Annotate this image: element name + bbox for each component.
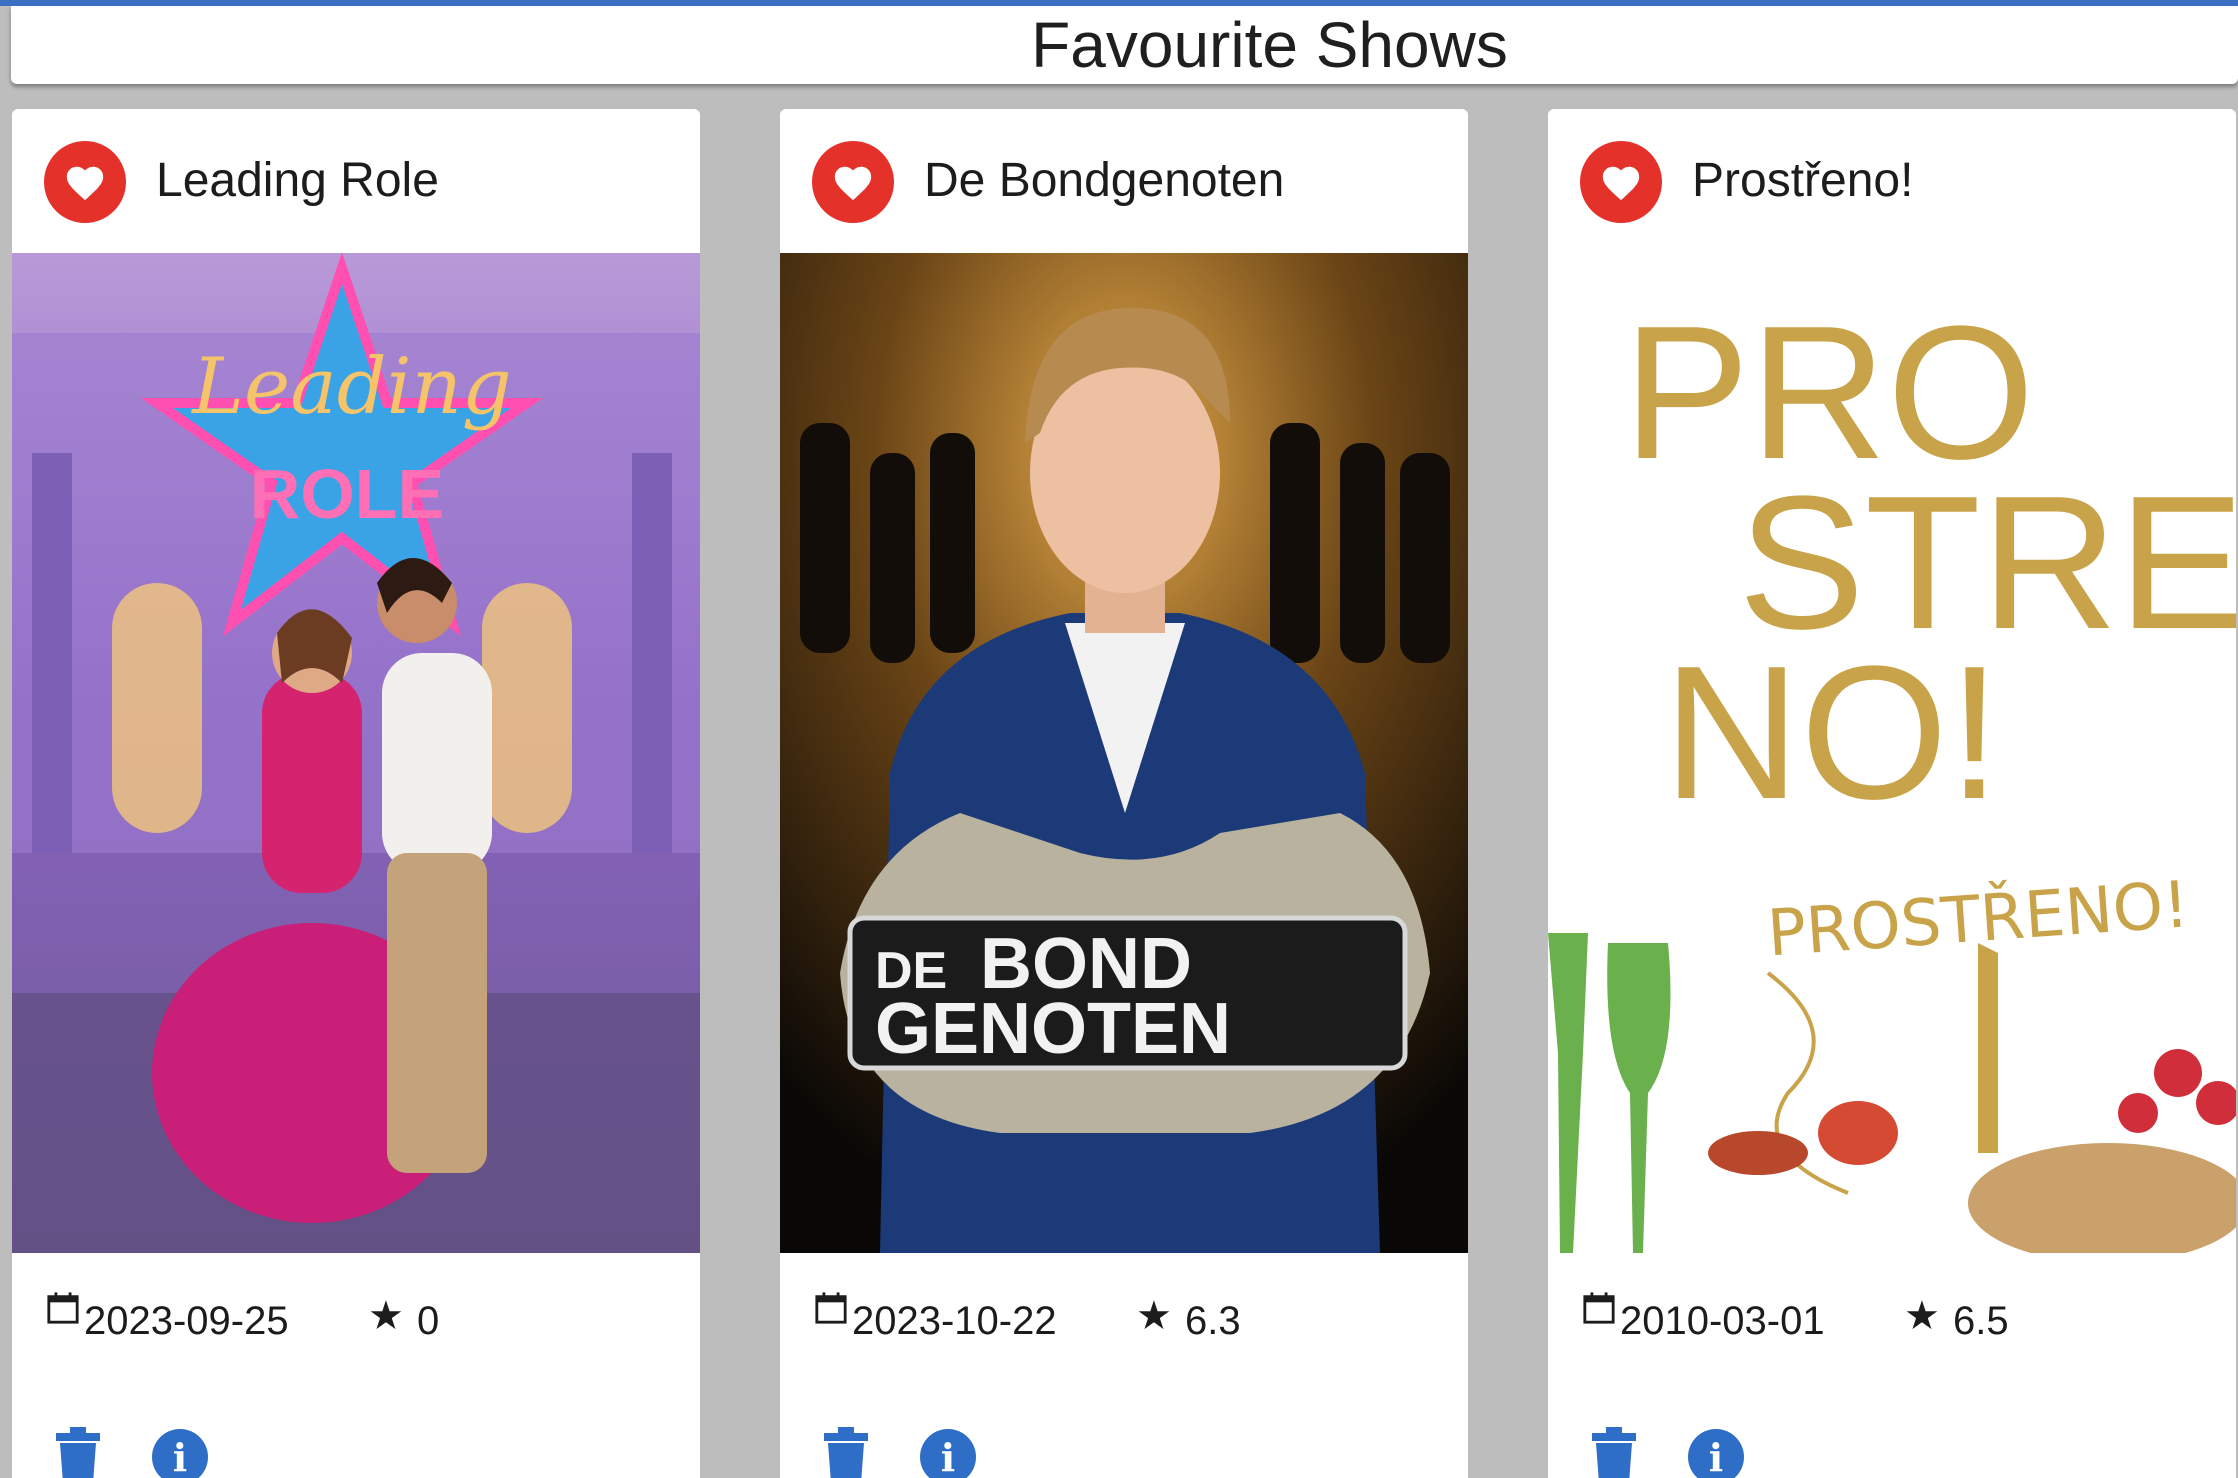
calendar-icon (47, 1292, 79, 1324)
calendar-icon (815, 1292, 847, 1324)
info-icon[interactable]: i (920, 1429, 976, 1478)
show-meta: 2023-10-22 ★ 6.3 (814, 1289, 1454, 1349)
favourite-button[interactable] (812, 141, 894, 223)
favourite-button[interactable] (1580, 141, 1662, 223)
card-actions: i (56, 1419, 356, 1478)
trash-icon[interactable] (824, 1427, 868, 1478)
card-actions: i (824, 1419, 1124, 1478)
rating-value: 6.3 (1185, 1299, 1241, 1343)
show-title[interactable]: De Bondgenoten (924, 153, 1284, 208)
card-header: De Bondgenoten (780, 109, 1468, 253)
show-card-leading-role[interactable]: Leading Role Leading ROLE 2023-09-25 ★ 0… (12, 109, 700, 1478)
favourite-button[interactable] (44, 141, 126, 223)
card-header: Prostřeno! (1548, 109, 2236, 253)
trash-icon[interactable] (1592, 1427, 1636, 1478)
show-title[interactable]: Leading Role (156, 153, 439, 208)
star-icon: ★ (1136, 1294, 1172, 1338)
info-icon[interactable]: i (1688, 1429, 1744, 1478)
star-icon: ★ (368, 1294, 404, 1338)
poster-title-block: ROLE (250, 455, 444, 533)
heart-icon (1602, 166, 1640, 201)
show-poster-image[interactable]: DE BOND GENOTEN (780, 253, 1468, 1253)
card-header: Leading Role (12, 109, 700, 253)
card-actions: i (1592, 1419, 1892, 1478)
show-title[interactable]: Prostřeno! (1692, 153, 1913, 208)
rating-value: 6.5 (1953, 1299, 2009, 1343)
show-card-prostreno[interactable]: Prostřeno! PRO STRE NO! PROSTŘENO! 2010-… (1548, 109, 2236, 1478)
poster-title-script: Leading (190, 342, 512, 432)
star-icon: ★ (1904, 1294, 1940, 1338)
poster-title-line-3: NO! (1663, 627, 2001, 839)
show-meta: 2010-03-01 ★ 6.5 (1582, 1289, 2222, 1349)
poster-title-genoten: GENOTEN (875, 989, 1231, 1069)
rating-value: 0 (417, 1299, 440, 1343)
release-date: 2010-03-01 (1620, 1299, 1825, 1343)
release-date: 2023-09-25 (84, 1299, 289, 1343)
show-meta: 2023-09-25 ★ 0 (46, 1289, 686, 1349)
heart-icon (66, 166, 104, 201)
trash-icon[interactable] (56, 1427, 100, 1478)
app-header: Favourite Shows (11, 6, 2238, 84)
calendar-icon (1583, 1292, 1615, 1324)
page-title: Favourite Shows (1031, 9, 1508, 81)
info-icon[interactable]: i (152, 1429, 208, 1478)
show-poster-image[interactable]: Leading ROLE (12, 253, 700, 1253)
heart-icon (834, 166, 872, 201)
release-date: 2023-10-22 (852, 1299, 1057, 1343)
show-card-de-bondgenoten[interactable]: De Bondgenoten DE BOND GENOTEN 2023-10-2… (780, 109, 1468, 1478)
show-poster-image[interactable]: PRO STRE NO! PROSTŘENO! (1548, 253, 2236, 1253)
